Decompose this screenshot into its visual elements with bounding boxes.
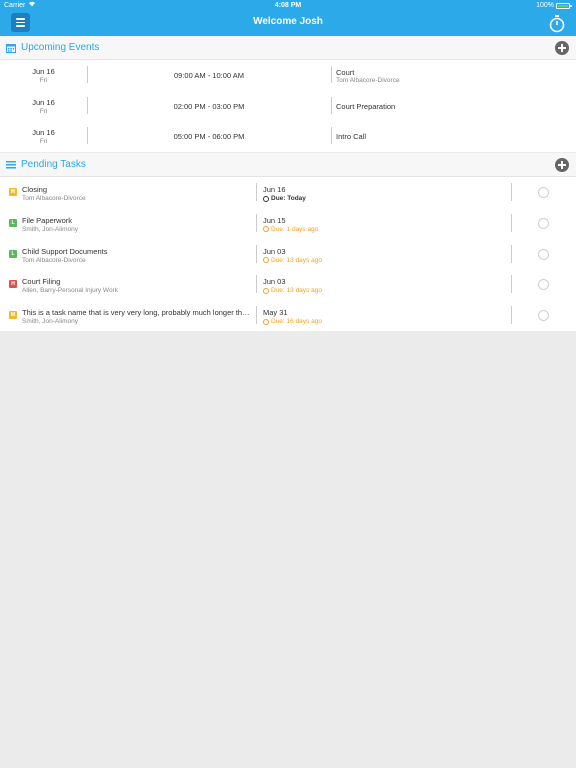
task-due-text: Due: 16 days ago — [271, 318, 322, 326]
priority-badge: L — [9, 249, 17, 258]
status-bar: Carrier 4:08 PM 100% — [0, 0, 576, 12]
event-time: 09:00 AM - 10:00 AM — [173, 71, 245, 80]
event-time: 05:00 PM - 06:00 PM — [173, 132, 245, 142]
complete-task-checkbox[interactable] — [538, 248, 549, 260]
event-date-label: Jun 16 — [32, 67, 55, 76]
divider — [256, 306, 257, 325]
task-client: Smith, Jon-Alimony — [22, 225, 78, 233]
event-date: Jun 16 Fri — [0, 67, 87, 85]
task-row[interactable]: L Child Support Documents Tom Albacore-D… — [0, 239, 576, 270]
event-row[interactable]: Jun 16 Fri 05:00 PM - 06:00 PM Intro Cal… — [0, 121, 576, 152]
event-day-label: Fri — [39, 138, 48, 146]
task-row[interactable]: H Court Filing Allen, Barry-Personal Inj… — [0, 269, 576, 300]
event-row[interactable]: Jun 16 Fri 02:00 PM - 03:00 PM Court Pre… — [0, 91, 576, 122]
tasks-list-icon — [6, 161, 16, 169]
priority-badge: M — [9, 311, 17, 320]
event-day-label: Fri — [39, 107, 48, 115]
event-date-label: Jun 16 — [32, 97, 55, 107]
divider — [256, 244, 257, 263]
task-name: Court Filing — [22, 277, 61, 287]
event-title: Court — [336, 68, 355, 77]
task-due-status: Due: 1 days ago — [263, 226, 318, 233]
clock-icon — [263, 226, 269, 233]
divider — [331, 66, 332, 83]
event-row[interactable]: Jun 16 Fri 09:00 AM - 10:00 AM Court Tom… — [0, 60, 576, 91]
divider — [511, 306, 512, 325]
task-due-date: Jun 15 — [263, 215, 286, 225]
event-date-label: Jun 16 — [32, 128, 55, 138]
tasks-list: M Closing Tom Albacore-Divorce Jun 16 Du… — [0, 177, 576, 331]
task-name: This is a task name that is very very lo… — [22, 308, 250, 318]
task-name: Child Support Documents — [22, 246, 108, 256]
priority-badge: H — [9, 280, 17, 289]
task-due-text: Due: 13 days ago — [271, 287, 322, 295]
complete-task-checkbox[interactable] — [538, 217, 549, 229]
event-date: Jun 16 Fri — [0, 128, 87, 146]
clock-icon — [263, 287, 269, 294]
task-due-status: Due: 13 days ago — [263, 287, 322, 294]
divider — [256, 213, 257, 232]
event-title: Intro Call — [336, 132, 367, 142]
task-due-date: Jun 03 — [263, 246, 286, 256]
event-day-label: Fri — [39, 77, 48, 84]
clock-icon — [263, 318, 269, 325]
task-due-status: Due: 16 days ago — [263, 318, 322, 325]
event-time: 02:00 PM - 03:00 PM — [173, 101, 245, 111]
add-event-button[interactable] — [555, 41, 569, 55]
battery-icon — [556, 3, 572, 9]
task-row[interactable]: L File Paperwork Smith, Jon-Alimony Jun … — [0, 208, 576, 239]
task-due-date: May 31 — [263, 308, 288, 318]
events-list: Jun 16 Fri 09:00 AM - 10:00 AM Court Tom… — [0, 60, 576, 153]
task-row[interactable]: M Closing Tom Albacore-Divorce Jun 16 Du… — [0, 177, 576, 208]
divider — [331, 96, 332, 114]
clock-icon — [263, 257, 269, 264]
top-bar: Carrier 4:08 PM 100% Welcome Josh — [0, 0, 576, 36]
task-client: Smith, Jon-Alimony — [22, 318, 78, 326]
task-due-status: Due: Today — [263, 195, 306, 202]
task-client: Tom Albacore-Divorce — [22, 195, 86, 202]
task-client: Tom Albacore-Divorce — [22, 256, 86, 264]
calendar-icon — [6, 44, 16, 53]
pending-tasks-header: Pending Tasks — [0, 153, 576, 177]
priority-badge: L — [9, 218, 17, 227]
task-name: Closing — [22, 185, 48, 194]
complete-task-checkbox[interactable] — [538, 310, 549, 322]
task-client: Allen, Barry-Personal Injury Work — [22, 287, 118, 295]
complete-task-checkbox[interactable] — [538, 279, 549, 291]
upcoming-events-title: Upcoming Events — [21, 42, 100, 53]
divider — [511, 275, 512, 294]
pending-tasks-title: Pending Tasks — [21, 159, 86, 170]
task-due-date: Jun 16 — [263, 185, 286, 194]
event-title: Court Preparation — [336, 101, 396, 111]
complete-task-checkbox[interactable] — [538, 187, 549, 198]
event-subtitle: Tom Albacore-Divorce — [336, 77, 400, 84]
event-date: Jun 16 Fri — [0, 98, 87, 116]
task-row[interactable]: M This is a task name that is very very … — [0, 300, 576, 331]
divider — [511, 183, 512, 201]
stopwatch-icon — [549, 15, 565, 33]
task-due-text: Due: 1 days ago — [271, 225, 319, 233]
divider — [331, 127, 332, 145]
divider — [256, 275, 257, 294]
clock-icon — [263, 195, 269, 202]
task-due-text: Due: 13 days ago — [271, 256, 322, 264]
timer-button[interactable] — [547, 14, 567, 34]
priority-badge: M — [9, 188, 17, 196]
task-due-status: Due: 13 days ago — [263, 257, 322, 264]
task-due-text: Due: Today — [271, 195, 306, 202]
divider — [511, 244, 512, 263]
battery-percent: 100% — [536, 2, 554, 9]
divider — [511, 213, 512, 232]
page-title: Welcome Josh — [253, 16, 323, 27]
status-time: 4:08 PM — [274, 2, 302, 9]
upcoming-events-header: Upcoming Events — [0, 36, 576, 60]
add-task-button[interactable] — [555, 158, 569, 172]
divider — [256, 183, 257, 201]
task-name: File Paperwork — [22, 215, 73, 225]
task-due-date: Jun 03 — [263, 277, 286, 287]
